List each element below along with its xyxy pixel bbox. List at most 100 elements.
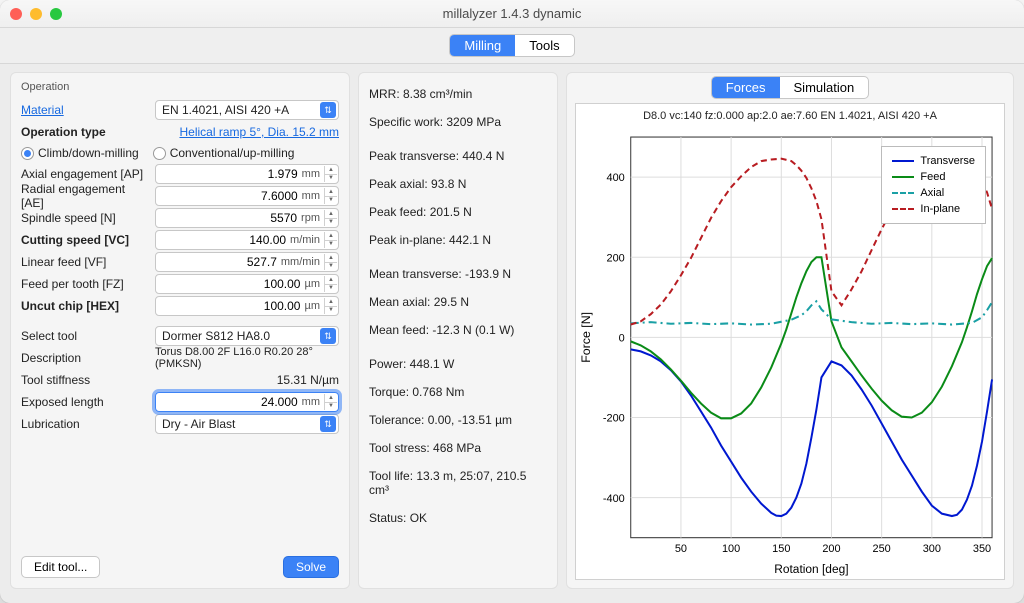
result-line: Power: 448.1 W <box>369 357 547 371</box>
svg-text:-400: -400 <box>603 493 625 505</box>
solve-button[interactable]: Solve <box>283 556 339 578</box>
result-line: Mean axial: 29.5 N <box>369 295 547 309</box>
param-input-4[interactable]: mm/min ▲▼ <box>155 252 339 272</box>
exposed-length-label: Exposed length <box>21 395 149 409</box>
stepper-up-icon[interactable]: ▲ <box>324 298 337 307</box>
result-line: MRR: 8.38 cm³/min <box>369 87 547 101</box>
stepper-down-icon[interactable]: ▼ <box>324 197 337 205</box>
result-line: Peak transverse: 440.4 N <box>369 149 547 163</box>
svg-text:250: 250 <box>873 543 891 555</box>
stepper-up-icon[interactable]: ▲ <box>324 394 337 403</box>
window-title: millalyzer 1.4.3 dynamic <box>0 6 1024 21</box>
operation-panel: Operation Material EN 1.4021, AISI 420 +… <box>10 72 350 589</box>
stepper-down-icon[interactable]: ▼ <box>324 175 337 183</box>
result-line: Tool stress: 468 MPa <box>369 441 547 455</box>
results-panel: MRR: 8.38 cm³/min Specific work: 3209 MPa… <box>358 72 558 589</box>
legend-label: Transverse <box>920 155 975 167</box>
stepper-up-icon[interactable]: ▲ <box>324 210 337 219</box>
select-tool-label: Select tool <box>21 329 149 343</box>
stepper-down-icon[interactable]: ▼ <box>324 241 337 249</box>
param-input-2[interactable]: rpm ▲▼ <box>155 208 339 228</box>
operation-section-title: Operation <box>21 81 339 93</box>
param-label: Axial engagement [AP] <box>21 167 149 181</box>
chart-tabs: Forces Simulation <box>567 73 1013 101</box>
tab-forces[interactable]: Forces <box>712 77 780 98</box>
result-line: Tool life: 13.3 m, 25:07, 210.5 cm³ <box>369 469 547 497</box>
chart-title: D8.0 vc:140 fz:0.000 ap:2.0 ae:7.60 EN 1… <box>576 110 1004 122</box>
param-label: Radial engagement [AE] <box>21 182 149 210</box>
result-line: Torque: 0.768 Nm <box>369 385 547 399</box>
chart-legend: Transverse Feed Axial In-plane <box>881 146 986 224</box>
svg-text:350: 350 <box>973 543 991 555</box>
svg-text:100: 100 <box>722 543 740 555</box>
material-value: EN 1.4021, AISI 420 +A <box>162 103 289 117</box>
result-line: Mean feed: -12.3 N (0.1 W) <box>369 323 547 337</box>
param-input-5[interactable]: µm ▲▼ <box>155 274 339 294</box>
tool-select-value: Dormer S812 HA8.0 <box>162 329 270 343</box>
legend-swatch <box>892 208 914 210</box>
stepper-up-icon[interactable]: ▲ <box>324 166 337 175</box>
radio-conventional[interactable]: Conventional/up-milling <box>153 146 295 160</box>
chart-panel: Forces Simulation D8.0 vc:140 fz:0.000 a… <box>566 72 1014 589</box>
tab-tools[interactable]: Tools <box>515 35 573 56</box>
content-area: Operation Material EN 1.4021, AISI 420 +… <box>0 64 1024 603</box>
tool-description-label: Description <box>21 351 149 365</box>
param-input-1[interactable]: mm ▲▼ <box>155 186 339 206</box>
helical-ramp-link[interactable]: Helical ramp 5°, Dia. 15.2 mm <box>155 125 339 139</box>
lubrication-value: Dry - Air Blast <box>162 417 235 431</box>
operation-type-label: Operation type <box>21 125 149 139</box>
tool-stiffness-value: 15.31 N/µm <box>155 373 339 387</box>
legend-label: Axial <box>920 187 944 199</box>
radio-dot-icon <box>21 147 34 160</box>
legend-label: Feed <box>920 171 945 183</box>
radio-climb[interactable]: Climb/down-milling <box>21 146 139 160</box>
lubrication-select[interactable]: Dry - Air Blast ⇅ <box>155 414 339 434</box>
legend-swatch <box>892 176 914 178</box>
svg-text:300: 300 <box>923 543 941 555</box>
svg-text:0: 0 <box>619 332 625 344</box>
param-input-6[interactable]: µm ▲▼ <box>155 296 339 316</box>
result-line: Status: OK <box>369 511 547 525</box>
param-input-0[interactable]: mm ▲▼ <box>155 164 339 184</box>
stepper-down-icon[interactable]: ▼ <box>324 307 337 315</box>
material-link[interactable]: Material <box>21 103 149 117</box>
main-tabs: Milling Tools <box>449 34 574 57</box>
svg-text:Rotation [deg]: Rotation [deg] <box>774 562 848 576</box>
param-label: Feed per tooth [FZ] <box>21 277 149 291</box>
stepper-up-icon[interactable]: ▲ <box>324 232 337 241</box>
lubrication-label: Lubrication <box>21 417 149 431</box>
stepper-up-icon[interactable]: ▲ <box>324 254 337 263</box>
param-label: Spindle speed [N] <box>21 211 149 225</box>
svg-text:150: 150 <box>772 543 790 555</box>
param-label: Uncut chip [HEX] <box>21 299 149 313</box>
svg-text:-200: -200 <box>603 412 625 424</box>
app-window: millalyzer 1.4.3 dynamic Milling Tools O… <box>0 0 1024 603</box>
param-label: Linear feed [VF] <box>21 255 149 269</box>
stepper-up-icon[interactable]: ▲ <box>324 276 337 285</box>
param-input-3[interactable]: m/min ▲▼ <box>155 230 339 250</box>
result-line: Peak axial: 93.8 N <box>369 177 547 191</box>
svg-text:400: 400 <box>607 172 625 184</box>
edit-tool-button[interactable]: Edit tool... <box>21 556 100 578</box>
stepper-down-icon[interactable]: ▼ <box>324 403 337 411</box>
stepper-down-icon[interactable]: ▼ <box>324 219 337 227</box>
stepper-down-icon[interactable]: ▼ <box>324 285 337 293</box>
material-select[interactable]: EN 1.4021, AISI 420 +A ⇅ <box>155 100 339 120</box>
result-line: Specific work: 3209 MPa <box>369 115 547 129</box>
legend-label: In-plane <box>920 203 960 215</box>
tool-description-value: Torus D8.00 2F L16.0 R0.20 28° (PMKSN) <box>155 346 339 370</box>
legend-swatch <box>892 192 914 194</box>
result-line: Mean transverse: -193.9 N <box>369 267 547 281</box>
tool-select[interactable]: Dormer S812 HA8.0 ⇅ <box>155 326 339 346</box>
titlebar: millalyzer 1.4.3 dynamic <box>0 0 1024 28</box>
svg-text:200: 200 <box>607 252 625 264</box>
tab-milling[interactable]: Milling <box>450 35 515 56</box>
svg-text:Force [N]: Force [N] <box>579 312 593 363</box>
stepper-down-icon[interactable]: ▼ <box>324 263 337 271</box>
exposed-length-input[interactable]: mm ▲▼ <box>155 392 339 412</box>
tab-simulation[interactable]: Simulation <box>780 77 869 98</box>
stepper-up-icon[interactable]: ▲ <box>324 188 337 197</box>
svg-text:200: 200 <box>822 543 840 555</box>
tool-stiffness-label: Tool stiffness <box>21 373 149 387</box>
result-line: Peak feed: 201.5 N <box>369 205 547 219</box>
